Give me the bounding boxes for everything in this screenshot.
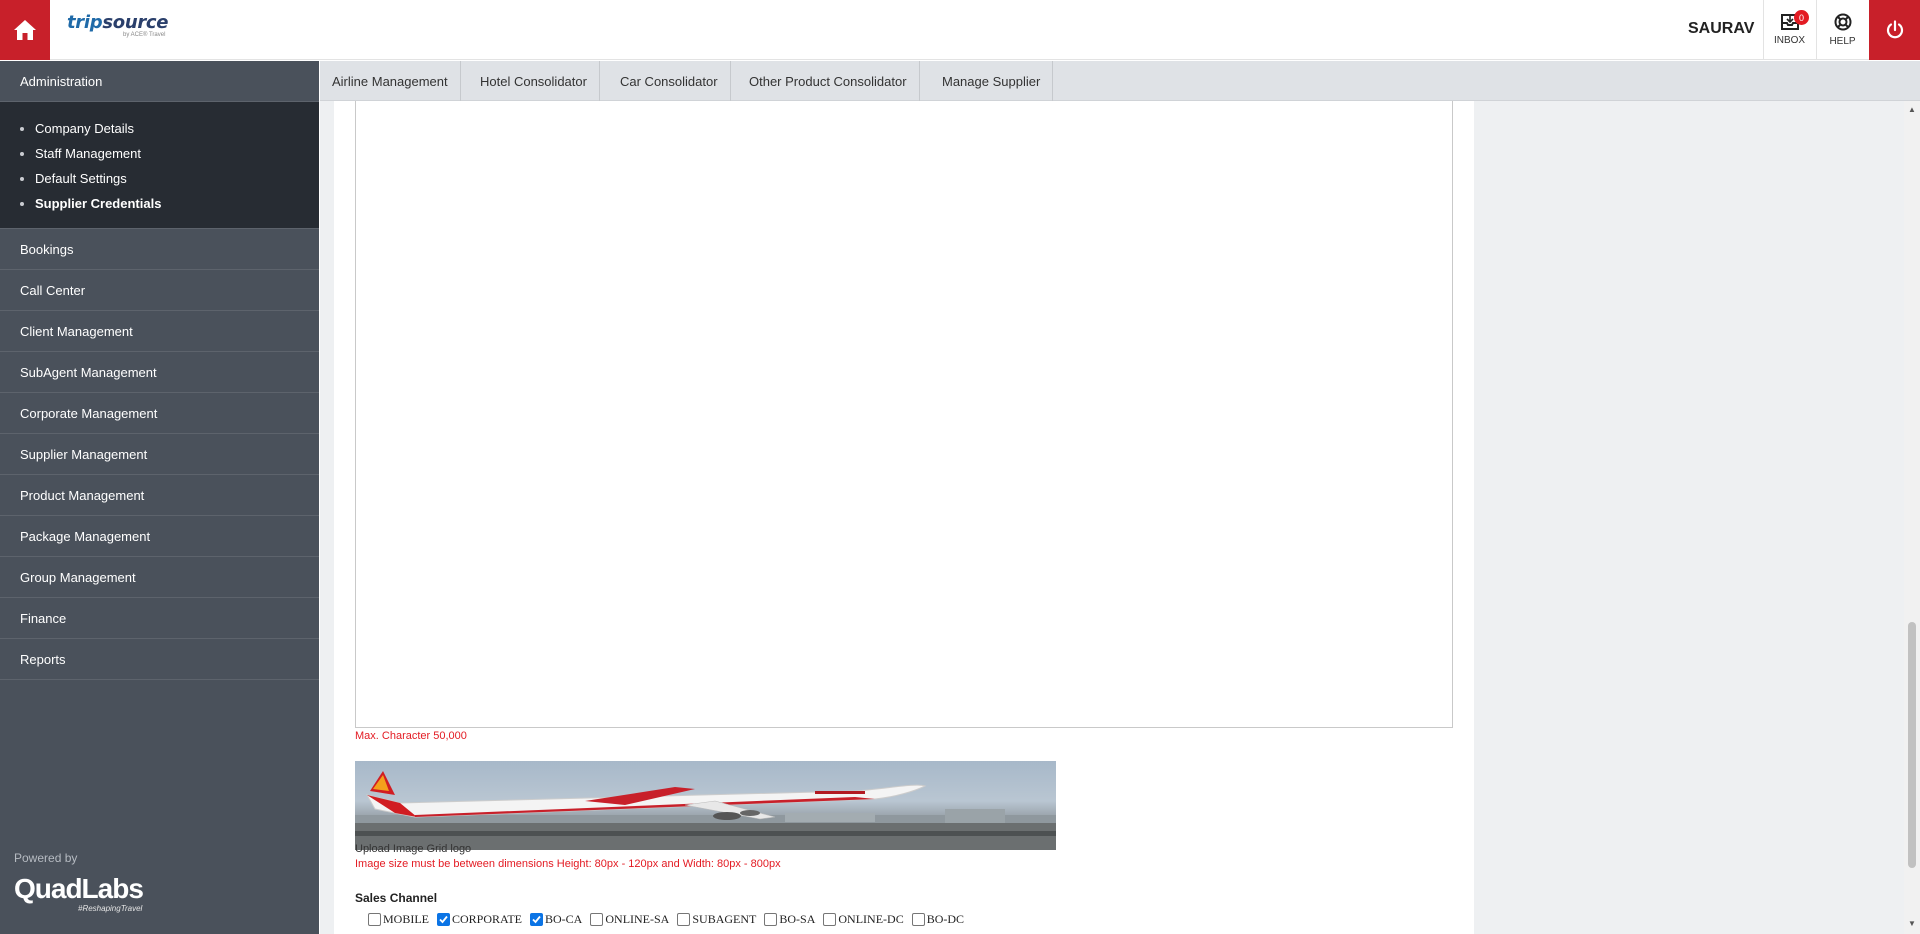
module-tabs: Airline Management Hotel Consolidator Ca… xyxy=(320,61,1920,101)
checkbox-corporate[interactable] xyxy=(437,913,450,926)
quadlabs-tagline: #ReshapingTravel xyxy=(78,904,143,913)
sidebar: Administration Company Details Staff Man… xyxy=(0,61,319,934)
submenu-label: Company Details xyxy=(35,121,134,136)
page-scrollbar[interactable]: ▲ ▼ xyxy=(1904,101,1920,934)
sidebar-item-subagent-management[interactable]: SubAgent Management xyxy=(0,352,319,393)
checkbox-subagent[interactable] xyxy=(677,913,691,926)
channel-online-sa[interactable]: ONLINE-SA xyxy=(590,912,669,927)
sidebar-item-call-center[interactable]: Call Center xyxy=(0,270,319,311)
checkbox-online-sa[interactable] xyxy=(590,913,604,926)
scroll-down-arrow-icon[interactable]: ▼ xyxy=(1908,919,1916,928)
content-gutter xyxy=(320,101,334,934)
submenu-label: Staff Management xyxy=(35,146,141,161)
sidebar-item-supplier-management[interactable]: Supplier Management xyxy=(0,434,319,475)
channel-label: ONLINE-SA xyxy=(605,912,670,926)
channel-label: BO-CA xyxy=(545,912,583,926)
submenu-item-default-settings[interactable]: Default Settings xyxy=(20,166,319,191)
scrollbar-thumb[interactable] xyxy=(1908,622,1916,868)
checkbox-bo-ca[interactable] xyxy=(530,913,544,926)
power-icon xyxy=(1886,20,1903,39)
submenu-item-supplier-credentials[interactable]: Supplier Credentials xyxy=(20,191,319,216)
checkbox-bo-sa[interactable] xyxy=(764,913,778,926)
sidebar-item-bookings[interactable]: Bookings xyxy=(0,229,319,270)
inbox-button[interactable]: 0 INBOX xyxy=(1763,0,1815,60)
max-character-note: Max. Character 50,000 xyxy=(355,730,467,742)
bullet-icon xyxy=(20,201,24,206)
username[interactable]: SAURAV xyxy=(1688,20,1754,38)
checkmark-icon xyxy=(532,915,541,924)
right-panel xyxy=(1474,101,1904,934)
sidebar-item-package-management[interactable]: Package Management xyxy=(0,516,319,557)
channel-corporate[interactable]: CORPORATE xyxy=(437,912,522,927)
home-icon xyxy=(14,20,36,40)
channel-bo-sa[interactable]: BO-SA xyxy=(764,912,815,927)
airplane-image xyxy=(355,771,1056,850)
uploaded-logo-preview xyxy=(355,761,1056,850)
logout-button[interactable] xyxy=(1869,0,1920,60)
channel-label: MOBILE xyxy=(383,912,429,926)
administration-submenu: Company Details Staff Management Default… xyxy=(0,102,319,229)
channel-label: BO-DC xyxy=(926,912,965,926)
lifebuoy-icon xyxy=(1834,13,1851,31)
channel-subagent[interactable]: SUBAGENT xyxy=(677,912,756,927)
logo-text: tripsource xyxy=(67,12,169,33)
help-button[interactable]: HELP xyxy=(1816,0,1868,60)
submenu-label: Supplier Credentials xyxy=(35,196,162,211)
quadlabs-logo: QuadLabs xyxy=(14,873,144,904)
channel-bo-dc[interactable]: BO-DC xyxy=(911,912,965,927)
rich-text-editor[interactable] xyxy=(355,101,1453,728)
home-button[interactable] xyxy=(0,0,50,60)
tab-other-product-consolidator[interactable]: Other Product Consolidator xyxy=(737,61,920,101)
sidebar-item-product-management[interactable]: Product Management xyxy=(0,475,319,516)
inbox-label: INBOX xyxy=(1773,35,1806,46)
tab-airline-management[interactable]: Airline Management xyxy=(320,61,461,101)
sales-channel-label: Sales Channel xyxy=(355,891,438,905)
channel-bo-ca[interactable]: BO-CA xyxy=(530,912,582,927)
upload-image-label: Upload Image Grid logo xyxy=(355,843,472,855)
bullet-icon xyxy=(20,126,24,131)
sidebar-item-group-management[interactable]: Group Management xyxy=(0,557,319,598)
tab-car-consolidator[interactable]: Car Consolidator xyxy=(608,61,731,101)
submenu-item-staff-management[interactable]: Staff Management xyxy=(20,141,319,166)
logo-tagline: by ACE® Travel xyxy=(123,32,166,38)
scroll-up-arrow-icon[interactable]: ▲ xyxy=(1908,105,1916,114)
checkbox-bo-dc[interactable] xyxy=(911,913,925,926)
supplier-form: Max. Character 50,000 Upload Image Grid … xyxy=(334,101,1474,934)
channel-online-dc[interactable]: ONLINE-DC xyxy=(823,912,904,927)
tab-hotel-consolidator[interactable]: Hotel Consolidator xyxy=(468,61,600,101)
sidebar-item-reports[interactable]: Reports xyxy=(0,639,319,680)
channel-mobile[interactable]: MOBILE xyxy=(368,912,429,927)
image-size-note: Image size must be between dimensions He… xyxy=(355,858,781,870)
sidebar-item-finance[interactable]: Finance xyxy=(0,598,319,639)
sales-channel-options: MOBILE CORPORATE BO-CA ONLINE-SA SUBAGEN… xyxy=(368,912,972,927)
channel-label: CORPORATE xyxy=(452,912,523,926)
channel-label: SUBAGENT xyxy=(692,912,757,926)
tripsource-logo[interactable]: tripsource by ACE® Travel xyxy=(67,12,187,42)
inbox-count-badge: 0 xyxy=(1794,10,1809,25)
bullet-icon xyxy=(20,176,24,181)
channel-label: ONLINE-DC xyxy=(838,912,904,926)
submenu-item-company-details[interactable]: Company Details xyxy=(20,116,319,141)
sidebar-item-corporate-management[interactable]: Corporate Management xyxy=(0,393,319,434)
top-header: tripsource by ACE® Travel SAURAV 0 INBOX… xyxy=(0,0,1920,60)
sidebar-item-administration[interactable]: Administration xyxy=(0,61,319,102)
powered-by-label: Powered by xyxy=(14,851,78,865)
checkbox-online-dc[interactable] xyxy=(823,913,837,926)
tab-manage-supplier[interactable]: Manage Supplier xyxy=(930,61,1054,101)
sidebar-item-client-management[interactable]: Client Management xyxy=(0,311,319,352)
submenu-label: Default Settings xyxy=(35,171,127,186)
checkbox-mobile[interactable] xyxy=(368,913,381,926)
channel-label: BO-SA xyxy=(779,912,816,926)
bullet-icon xyxy=(20,151,24,156)
checkmark-icon xyxy=(439,915,448,924)
help-label: HELP xyxy=(1829,36,1856,47)
